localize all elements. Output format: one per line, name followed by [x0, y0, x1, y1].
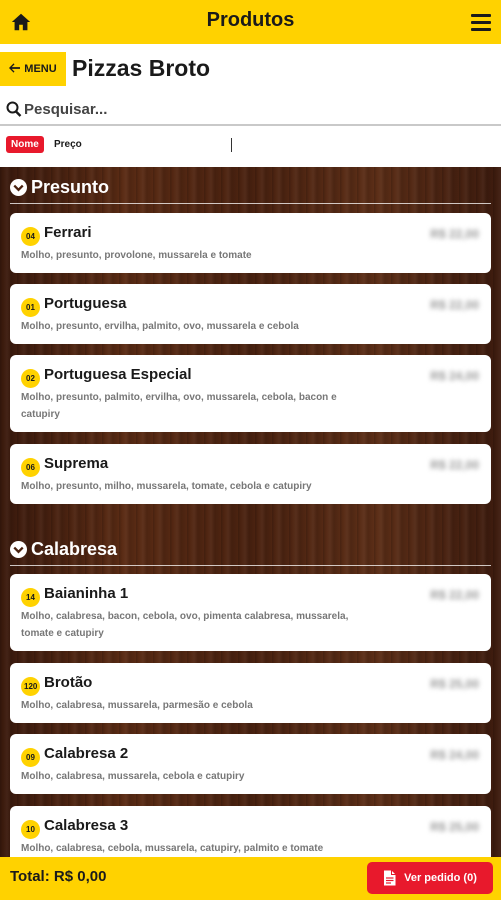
product-name: Calabresa 2 — [44, 745, 129, 762]
product-name: Portuguesa — [44, 295, 127, 312]
page-title: Pizzas Broto — [72, 55, 211, 81]
top-bar: Produtos — [0, 0, 501, 44]
product-price: R$ 24,00 — [430, 369, 479, 383]
product-description: Molho, presunto, palmito, ervilha, ovo, … — [21, 392, 337, 420]
product-price: R$ 22,00 — [430, 227, 479, 241]
product-name: Brotão — [44, 674, 93, 691]
product-description: Molho, calabresa, mussarela, cebola e ca… — [21, 771, 245, 782]
view-order-label: Ver pedido (0) — [404, 872, 477, 884]
chevron-down-icon — [10, 541, 27, 558]
product-code-badge: 04 — [21, 227, 40, 246]
section-header-calabresa[interactable]: Calabresa — [10, 534, 491, 566]
view-order-button[interactable]: Ver pedido (0) — [367, 862, 493, 894]
product-list[interactable]: Presunto 04 Ferrari Molho, presunto, pro… — [0, 167, 501, 857]
product-price: R$ 25,00 — [430, 820, 479, 834]
product-name: Ferrari — [44, 224, 92, 241]
search-bar — [0, 96, 501, 126]
product-description: Molho, calabresa, mussarela, parmesão e … — [21, 700, 253, 711]
product-name: Calabresa 3 — [44, 817, 129, 834]
sort-bar: Nome Preço — [0, 135, 501, 157]
product-code-badge: 10 — [21, 820, 40, 839]
product-card[interactable]: 120 Brotão Molho, calabresa, mussarela, … — [10, 663, 491, 723]
section-title: Calabresa — [31, 539, 118, 559]
product-code-badge: 02 — [21, 369, 40, 388]
product-card[interactable]: 10 Calabresa 3 Molho, calabresa, cebola,… — [10, 806, 491, 857]
product-price: R$ 25,00 — [430, 677, 479, 691]
product-name: Suprema — [44, 455, 109, 472]
product-card[interactable]: 04 Ferrari Molho, presunto, provolone, m… — [10, 213, 491, 273]
product-code-badge: 09 — [21, 748, 40, 767]
product-price: R$ 22,00 — [430, 588, 479, 602]
document-icon — [384, 870, 396, 886]
footer-bar: Total: R$ 0,00 Ver pedido (0) — [0, 857, 501, 900]
search-input[interactable] — [24, 96, 484, 122]
product-name: Portuguesa Especial — [44, 366, 192, 383]
product-code-badge: 01 — [21, 298, 40, 317]
sort-by-price-button[interactable]: Preço — [54, 139, 82, 150]
menu-button-label: MENU — [24, 63, 57, 75]
hamburger-menu-icon[interactable] — [471, 14, 491, 31]
search-icon — [6, 100, 22, 118]
product-code-badge: 06 — [21, 458, 40, 477]
product-card[interactable]: 09 Calabresa 2 Molho, calabresa, mussare… — [10, 734, 491, 794]
product-description: Molho, presunto, ervilha, palmito, ovo, … — [21, 321, 299, 332]
sort-by-name-button[interactable]: Nome — [6, 136, 44, 153]
product-price: R$ 22,00 — [430, 298, 479, 312]
product-description: Molho, calabresa, bacon, cebola, ovo, pi… — [21, 611, 349, 639]
product-price: R$ 22,00 — [430, 458, 479, 472]
product-card[interactable]: 02 Portuguesa Especial Molho, presunto, … — [10, 355, 491, 432]
subheader: MENU Pizzas Broto — [0, 52, 501, 88]
product-description: Molho, presunto, provolone, mussarela e … — [21, 250, 252, 261]
product-description: Molho, calabresa, cebola, mussarela, cat… — [21, 843, 324, 854]
product-code-badge: 120 — [21, 677, 41, 696]
chevron-down-icon — [10, 179, 27, 196]
app-title: Produtos — [206, 9, 295, 31]
section-header-presunto[interactable]: Presunto — [10, 172, 491, 204]
arrow-left-icon — [9, 62, 21, 76]
product-card[interactable]: 06 Suprema Molho, presunto, milho, mussa… — [10, 444, 491, 504]
product-name: Baianinha 1 — [44, 585, 129, 602]
product-price: R$ 24,00 — [430, 748, 479, 762]
back-to-menu-button[interactable]: MENU — [0, 52, 66, 86]
section-title: Presunto — [31, 177, 110, 197]
product-description: Molho, presunto, milho, mussarela, tomat… — [21, 481, 312, 492]
product-code-badge: 14 — [21, 588, 40, 607]
product-card[interactable]: 14 Baianinha 1 Molho, calabresa, bacon, … — [10, 574, 491, 651]
divider — [231, 138, 232, 152]
order-total: Total: R$ 0,00 — [10, 868, 107, 885]
product-card[interactable]: 01 Portuguesa Molho, presunto, ervilha, … — [10, 284, 491, 344]
